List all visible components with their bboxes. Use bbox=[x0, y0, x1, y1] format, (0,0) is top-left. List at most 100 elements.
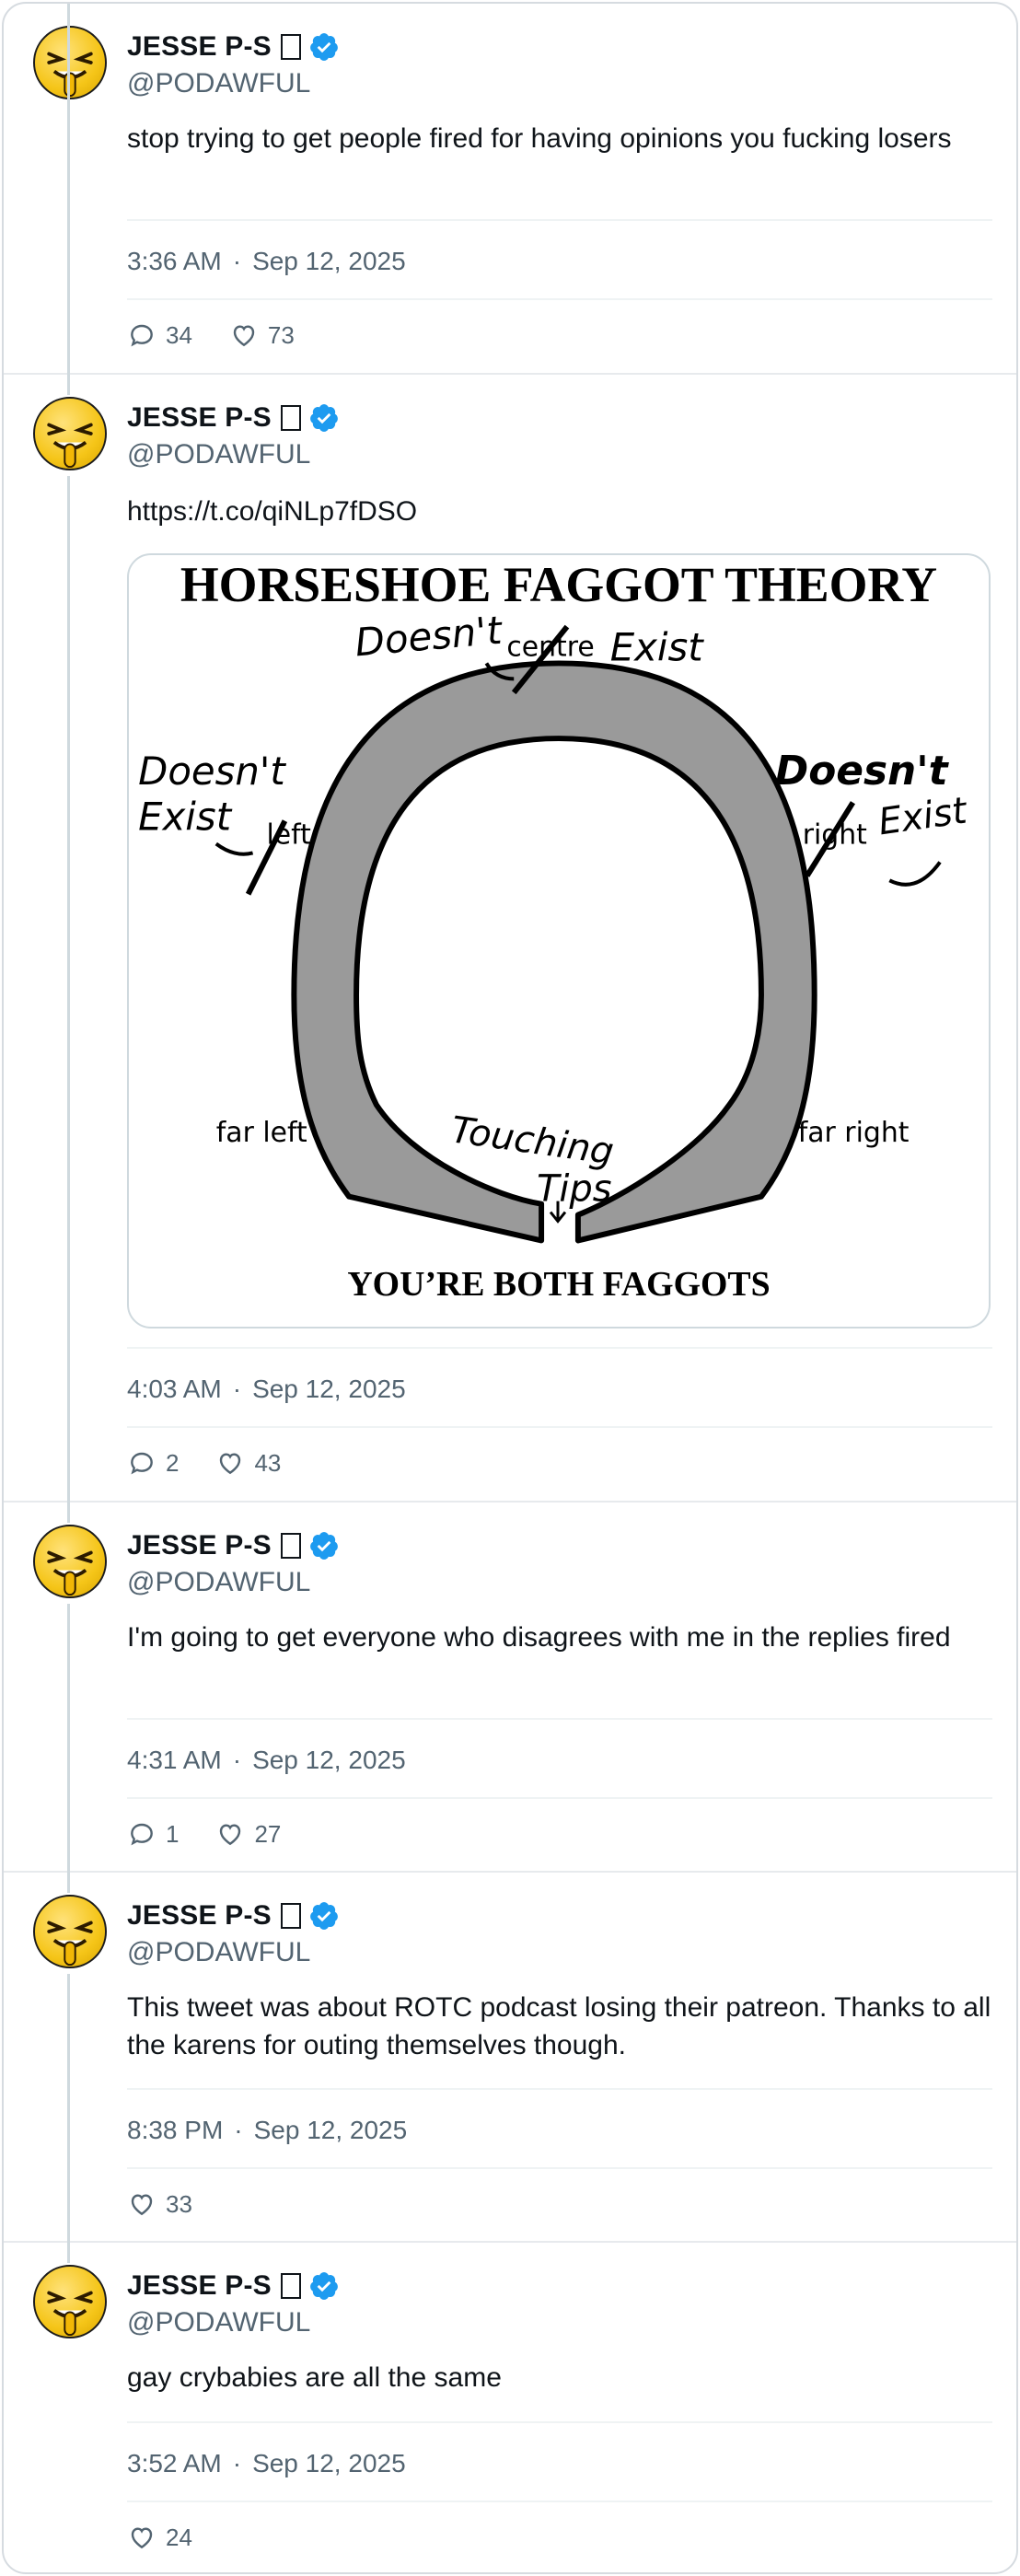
like-count: 43 bbox=[254, 1448, 282, 1477]
tweet-time: 4:03 AM bbox=[127, 1375, 222, 1403]
thread-line bbox=[67, 1873, 70, 1893]
verified-badge-icon bbox=[309, 1532, 338, 1560]
horseshoe-meme-image: HORSESHOE FAGGOT THEORY centre left righ… bbox=[138, 557, 970, 1304]
display-name[interactable]: JESSE P-S bbox=[127, 2270, 272, 2302]
tweet-4[interactable]: JESSE P-S @PODAWFUL This tweet was about… bbox=[4, 1873, 1016, 2243]
thread-line bbox=[67, 4, 70, 395]
handle[interactable]: @PODAWFUL bbox=[127, 2307, 310, 2338]
image-footer: YOU’RE BOTH FAGGOTS bbox=[347, 1265, 770, 1304]
avatar-emoji-icon bbox=[47, 1550, 93, 1596]
thread-container: JESSE P-S @PODAWFUL stop trying to get p… bbox=[2, 2, 1018, 2574]
tweet-date: Sep 12, 2025 bbox=[252, 1746, 406, 1774]
thread-line bbox=[67, 476, 70, 1503]
missing-glyph-icon bbox=[280, 1533, 301, 1559]
scribble-touching: Touching bbox=[448, 1108, 616, 1173]
divider bbox=[127, 1426, 992, 1428]
avatar-emoji-icon bbox=[47, 2291, 93, 2337]
divider bbox=[127, 2088, 992, 2090]
scribble-exist-top: Exist bbox=[610, 624, 705, 669]
scribble-doesnt-right: Doesn't bbox=[775, 748, 950, 795]
avatar[interactable] bbox=[33, 2265, 107, 2338]
display-name[interactable]: JESSE P-S bbox=[127, 1530, 272, 1561]
heart-icon bbox=[131, 2527, 153, 2549]
thread-line bbox=[67, 1974, 70, 2243]
missing-glyph-icon bbox=[280, 405, 301, 431]
like-button[interactable]: 24 bbox=[127, 2523, 192, 2552]
tweet-3[interactable]: JESSE P-S @PODAWFUL I'm going to get eve… bbox=[4, 1503, 1016, 1873]
tweet-1[interactable]: JESSE P-S @PODAWFUL stop trying to get p… bbox=[4, 4, 1016, 375]
avatar[interactable] bbox=[33, 1525, 107, 1598]
like-count: 27 bbox=[254, 1819, 282, 1848]
separator-dot: · bbox=[232, 247, 242, 275]
label-far-left: far left bbox=[216, 1117, 307, 1149]
missing-glyph-icon bbox=[280, 2273, 301, 2299]
heart-icon bbox=[220, 1453, 241, 1475]
timestamp[interactable]: 4:03 AM · Sep 12, 2025 bbox=[127, 1375, 406, 1404]
separator-dot: · bbox=[232, 2449, 242, 2477]
reply-count: 1 bbox=[166, 1819, 180, 1848]
tweet-date: Sep 12, 2025 bbox=[253, 2116, 408, 2144]
tweet-2[interactable]: JESSE P-S @PODAWFUL https://t.co/qiNLp7f… bbox=[4, 4, 1016, 1503]
like-button[interactable]: 27 bbox=[215, 1819, 281, 1849]
tweet-text: This tweet was about ROTC podcast losing… bbox=[127, 1992, 991, 2060]
display-name[interactable]: JESSE P-S bbox=[127, 402, 272, 434]
divider bbox=[127, 2421, 992, 2423]
timestamp[interactable]: 8:38 PM · Sep 12, 2025 bbox=[127, 2116, 407, 2145]
separator-dot: · bbox=[234, 2116, 243, 2144]
scribble-exist-right: Exist bbox=[875, 789, 970, 843]
tweet-time: 3:36 AM bbox=[127, 247, 222, 275]
reply-icon bbox=[131, 1452, 153, 1475]
divider bbox=[127, 1797, 992, 1799]
thread-line bbox=[67, 1503, 70, 1523]
tweet-time: 8:38 PM bbox=[127, 2116, 224, 2144]
tweet-date: Sep 12, 2025 bbox=[252, 1375, 406, 1403]
divider bbox=[127, 2501, 992, 2502]
timestamp[interactable]: 4:31 AM · Sep 12, 2025 bbox=[127, 1746, 406, 1775]
reply-icon bbox=[131, 324, 153, 347]
divider bbox=[127, 2167, 992, 2169]
reply-count: 34 bbox=[166, 320, 192, 349]
like-count: 33 bbox=[166, 2189, 192, 2218]
like-count: 73 bbox=[267, 320, 295, 349]
handle[interactable]: @PODAWFUL bbox=[127, 1937, 310, 1968]
separator-dot: · bbox=[232, 1746, 242, 1774]
avatar-emoji-icon bbox=[47, 423, 93, 469]
tweet-time: 3:52 AM bbox=[127, 2449, 222, 2477]
display-name[interactable]: JESSE P-S bbox=[127, 1900, 272, 1932]
timestamp[interactable]: 3:36 AM · Sep 12, 2025 bbox=[127, 247, 406, 276]
tweet-link[interactable]: https://t.co/qiNLp7fDSO bbox=[127, 493, 992, 530]
tweet-time: 4:31 AM bbox=[127, 1746, 222, 1774]
timestamp[interactable]: 3:52 AM · Sep 12, 2025 bbox=[127, 2449, 406, 2478]
like-button[interactable]: 43 bbox=[215, 1448, 281, 1478]
separator-dot: · bbox=[232, 1375, 242, 1403]
verified-badge-icon bbox=[309, 1902, 338, 1930]
heart-icon bbox=[233, 325, 255, 347]
heart-icon bbox=[131, 2194, 153, 2216]
verified-badge-icon bbox=[309, 404, 338, 432]
avatar[interactable] bbox=[33, 26, 107, 99]
handle[interactable]: @PODAWFUL bbox=[127, 1567, 310, 1598]
divider bbox=[127, 219, 992, 221]
tweet-image[interactable]: HORSESHOE FAGGOT THEORY centre left righ… bbox=[127, 553, 991, 1329]
reply-button[interactable]: 1 bbox=[127, 1819, 179, 1849]
handle[interactable]: @PODAWFUL bbox=[127, 68, 310, 99]
thread-line bbox=[67, 1604, 70, 1873]
reply-button[interactable]: 34 bbox=[127, 320, 192, 350]
handle[interactable]: @PODAWFUL bbox=[127, 439, 310, 470]
display-name[interactable]: JESSE P-S bbox=[127, 31, 272, 63]
avatar[interactable] bbox=[33, 1895, 107, 1968]
divider bbox=[127, 298, 992, 300]
like-button[interactable]: 33 bbox=[127, 2189, 192, 2219]
avatar-emoji-icon bbox=[47, 1920, 93, 1967]
like-button[interactable]: 73 bbox=[229, 320, 295, 350]
verified-badge-icon bbox=[309, 33, 338, 61]
scribble-doesnt-top: Doesn't bbox=[354, 608, 505, 666]
scribble-doesnt-left: Doesn't bbox=[138, 748, 286, 794]
scribble-exist-left: Exist bbox=[138, 795, 233, 840]
verified-badge-icon bbox=[309, 2272, 338, 2300]
tweet-date: Sep 12, 2025 bbox=[252, 2449, 406, 2477]
reply-button[interactable]: 2 bbox=[127, 1448, 179, 1478]
avatar-emoji-icon bbox=[47, 52, 93, 98]
avatar[interactable] bbox=[33, 397, 107, 470]
tweet-5[interactable]: JESSE P-S @PODAWFUL gay crybabies are al… bbox=[4, 2243, 1016, 2572]
